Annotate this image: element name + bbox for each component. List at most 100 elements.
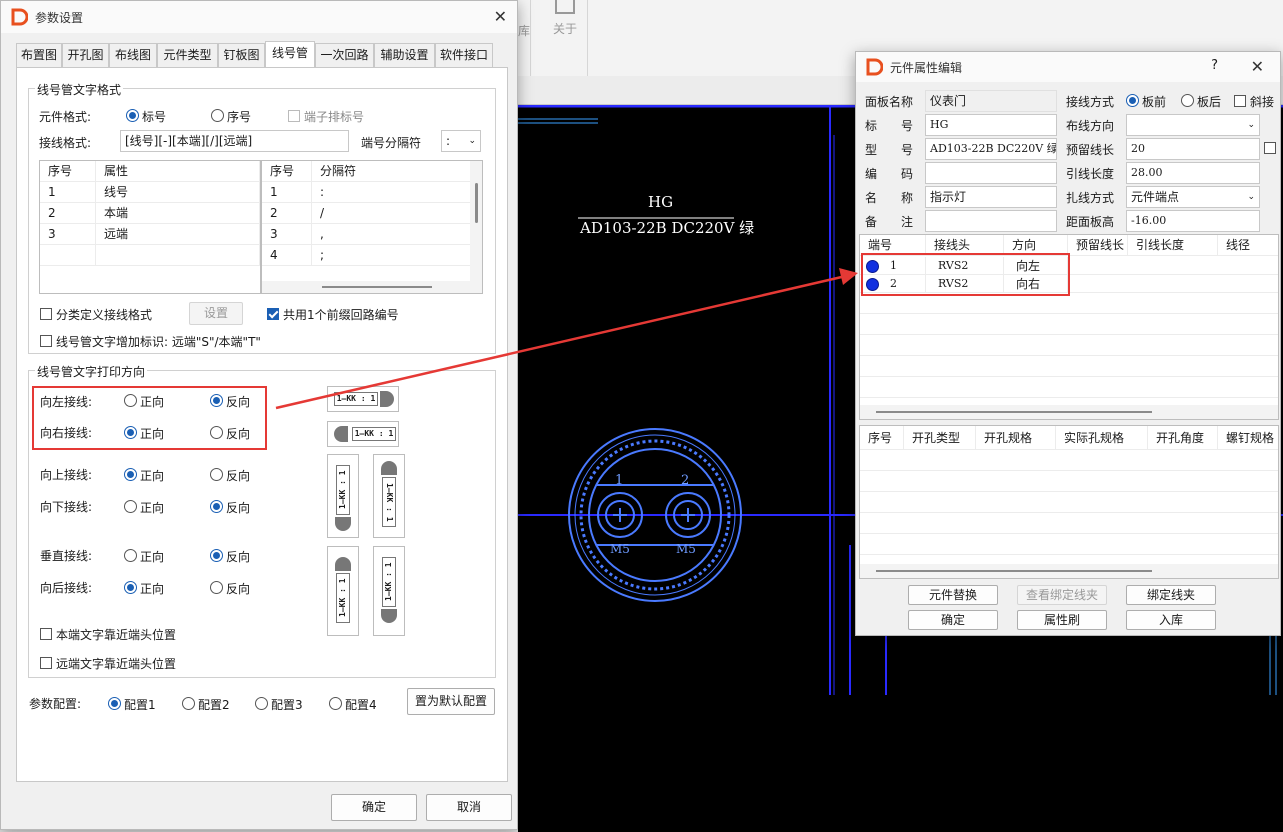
tab-software-interface[interactable]: 软件接口 [435, 43, 493, 67]
near-remote-label: 远端文字靠近端头位置 [56, 657, 177, 671]
lead-len-field[interactable]: 28.00 [1126, 162, 1260, 184]
table-row[interactable]: 3 远端 [40, 224, 260, 245]
dir-back-forward-radio[interactable] [124, 581, 137, 594]
config-2-radio[interactable] [182, 697, 195, 710]
dialog-titlebar[interactable]: 元件属性编辑 ? ✕ [856, 52, 1280, 82]
set-default-button[interactable]: 置为默认配置 [407, 688, 495, 715]
wiring-front-radio[interactable] [1126, 94, 1139, 107]
hole-table[interactable]: 序号 开孔类型 开孔规格 实际孔规格 开孔角度 螺钉规格 [859, 425, 1279, 579]
radio-label-format[interactable] [126, 109, 139, 122]
separator-select[interactable]: : ⌄ [441, 130, 481, 152]
view-bound-clip-button[interactable]: 查看绑定线夹 [1017, 585, 1107, 605]
wiring-format-input[interactable]: [线号][-][本端][/][远端] [120, 130, 349, 152]
tab-aux-settings[interactable]: 辅助设置 [374, 43, 435, 67]
table-row[interactable] [860, 513, 1278, 534]
dir-up-reverse-radio[interactable] [210, 468, 223, 481]
dir-right-reverse-radio[interactable] [210, 426, 223, 439]
horizontal-scrollbar[interactable] [860, 564, 1278, 578]
near-remote-checkbox[interactable] [40, 657, 52, 669]
attribute-table[interactable]: 序号 属性 1 线号 2 本端 3 远端 [39, 160, 261, 294]
label-field[interactable]: HG [925, 114, 1057, 136]
dir-up-forward-radio[interactable] [124, 468, 137, 481]
dir-right-forward-radio[interactable] [124, 426, 137, 439]
bind-clip-button[interactable]: 绑定线夹 [1126, 585, 1216, 605]
table-row[interactable] [860, 356, 1278, 377]
table-row[interactable]: 3 , [262, 224, 482, 245]
store-button[interactable]: 入库 [1126, 610, 1216, 630]
tab-primary-circuit[interactable]: 一次回路 [315, 43, 374, 67]
dir-left-reverse-radio[interactable] [210, 394, 223, 407]
tab-layout[interactable]: 布置图 [16, 43, 62, 67]
ok-button[interactable]: 确定 [908, 610, 998, 630]
tab-nail-board[interactable]: 钉板图 [218, 43, 265, 67]
help-icon[interactable]: ? [1211, 58, 1218, 73]
board-height-field[interactable]: -16.00 [1126, 210, 1260, 232]
tab-wire-sleeve[interactable]: 线号管 [265, 41, 315, 68]
panel-name-label: 面板名称 [865, 95, 914, 109]
table-row[interactable]: 4 ; [262, 245, 482, 266]
add-mark-checkbox[interactable] [40, 335, 52, 347]
table-row[interactable]: 2 本端 [40, 203, 260, 224]
table-row[interactable] [40, 245, 260, 266]
tab-wiring[interactable]: 布线图 [109, 43, 157, 67]
near-local-checkbox[interactable] [40, 628, 52, 640]
table-row[interactable] [860, 450, 1278, 471]
wiring-back-radio[interactable] [1181, 94, 1194, 107]
reserve-len-checkbox[interactable] [1264, 142, 1276, 154]
dir-left-forward-radio[interactable] [124, 394, 137, 407]
table-row[interactable] [860, 471, 1278, 492]
tab-component-type[interactable]: 元件类型 [157, 43, 218, 67]
dir-back-reverse-radio[interactable] [210, 581, 223, 594]
tab-holes[interactable]: 开孔图 [62, 43, 109, 67]
panel-name-field[interactable]: 仪表门 [925, 90, 1057, 112]
close-icon[interactable]: ✕ [494, 7, 507, 26]
dir-back-reverse-text: 反向 [226, 582, 251, 596]
table-row[interactable]: 2 / [262, 203, 482, 224]
vertical-scrollbar[interactable] [470, 161, 482, 293]
cancel-button[interactable]: 取消 [426, 794, 512, 821]
dir-vertical-reverse-radio[interactable] [210, 549, 223, 562]
config-3-radio[interactable] [255, 697, 268, 710]
code-field[interactable] [925, 162, 1057, 184]
config-1-radio[interactable] [108, 697, 121, 710]
close-icon[interactable]: ✕ [1251, 57, 1264, 76]
terminal-label-checkbox[interactable] [288, 110, 300, 122]
table-row[interactable] [860, 534, 1278, 555]
table-row[interactable] [860, 377, 1278, 398]
dialog-titlebar[interactable]: 参数设置 ✕ [1, 1, 517, 33]
property-brush-button[interactable]: 属性刷 [1017, 610, 1107, 630]
ok-button[interactable]: 确定 [331, 794, 417, 821]
dir-down-reverse-radio[interactable] [210, 500, 223, 513]
dir-vertical-label: 垂直接线: [40, 549, 93, 563]
dir-down-forward-radio[interactable] [124, 500, 137, 513]
col-header: 属性 [96, 161, 260, 182]
slant-checkbox[interactable] [1234, 95, 1246, 107]
table-row[interactable] [860, 293, 1278, 314]
classify-checkbox[interactable] [40, 308, 52, 320]
separator-table[interactable]: 序号 分隔符 1 : 2 / 3 , 4 ; [261, 160, 483, 294]
replace-component-button[interactable]: 元件替换 [908, 585, 998, 605]
table-row[interactable] [860, 314, 1278, 335]
about-button[interactable]: 关于 [545, 0, 585, 42]
table-row[interactable] [860, 335, 1278, 356]
table-row[interactable]: 1 线号 [40, 182, 260, 203]
sleeve-tag: 1—KK : 1 [336, 465, 350, 515]
settings-button[interactable]: 设置 [189, 302, 243, 325]
config-4-radio[interactable] [329, 697, 342, 710]
bind-mode-select[interactable]: 元件端点 ⌄ [1126, 186, 1260, 208]
note-field[interactable] [925, 210, 1057, 232]
share-prefix-checkbox[interactable] [267, 308, 279, 320]
table-row[interactable]: 1 : [262, 182, 482, 203]
col-header: 开孔类型 [904, 426, 976, 450]
model-field[interactable]: AD103-22B DC220V 绿 [925, 138, 1057, 160]
route-dir-select[interactable]: ⌄ [1126, 114, 1260, 136]
horizontal-scrollbar[interactable] [860, 405, 1278, 419]
dir-vertical-forward-radio[interactable] [124, 549, 137, 562]
horizontal-scrollbar[interactable] [262, 281, 470, 293]
reserve-len-field[interactable]: 20 [1126, 138, 1260, 160]
radio-seq-format[interactable] [211, 109, 224, 122]
name-field[interactable]: 指示灯 [925, 186, 1057, 208]
table-row[interactable] [860, 492, 1278, 513]
sleeve-tag: 1—KK : 1 [382, 557, 396, 607]
sleeve-end [381, 609, 397, 623]
